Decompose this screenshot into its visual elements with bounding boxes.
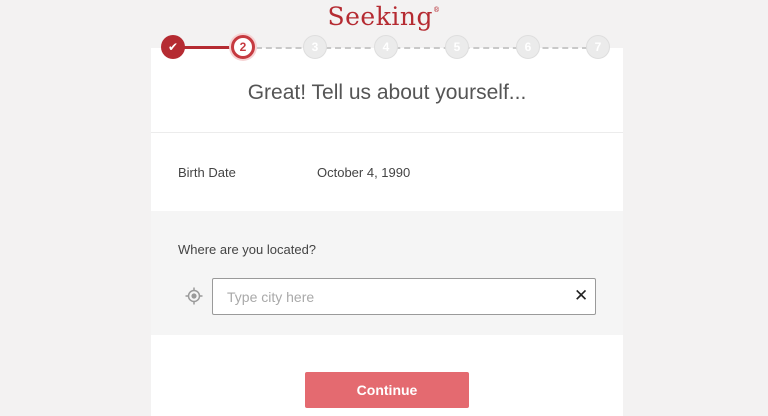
step-4: 4: [374, 35, 398, 59]
location-target-icon[interactable]: [185, 287, 203, 305]
logo-registered-mark: ®: [432, 6, 441, 14]
progress-stepper: ✔ 2 3 4 5 6 7: [0, 32, 768, 62]
step-6: 6: [516, 35, 540, 59]
step-1-complete-check-icon: ✔: [161, 35, 185, 59]
city-input[interactable]: [212, 278, 596, 315]
page-title: Great! Tell us about yourself...: [247, 81, 527, 104]
divider: [151, 132, 623, 133]
close-icon[interactable]: ✕: [574, 287, 588, 304]
birth-date-value: October 4, 1990: [317, 165, 411, 180]
step-7: 7: [586, 35, 610, 59]
step-5: 5: [445, 35, 469, 59]
location-label: Where are you located?: [178, 242, 317, 257]
seeking-logo: Seeking®: [0, 2, 768, 31]
birth-date-label: Birth Date: [178, 165, 236, 180]
location-section: Where are you located? ✕: [151, 211, 623, 335]
signup-card: Great! Tell us about yourself... Birth D…: [151, 48, 623, 416]
step-2-current: 2: [231, 35, 255, 59]
logo-text: Seeking: [327, 2, 433, 31]
continue-button[interactable]: Continue: [305, 372, 469, 408]
stepper-line-complete: [184, 46, 230, 49]
step-3: 3: [303, 35, 327, 59]
